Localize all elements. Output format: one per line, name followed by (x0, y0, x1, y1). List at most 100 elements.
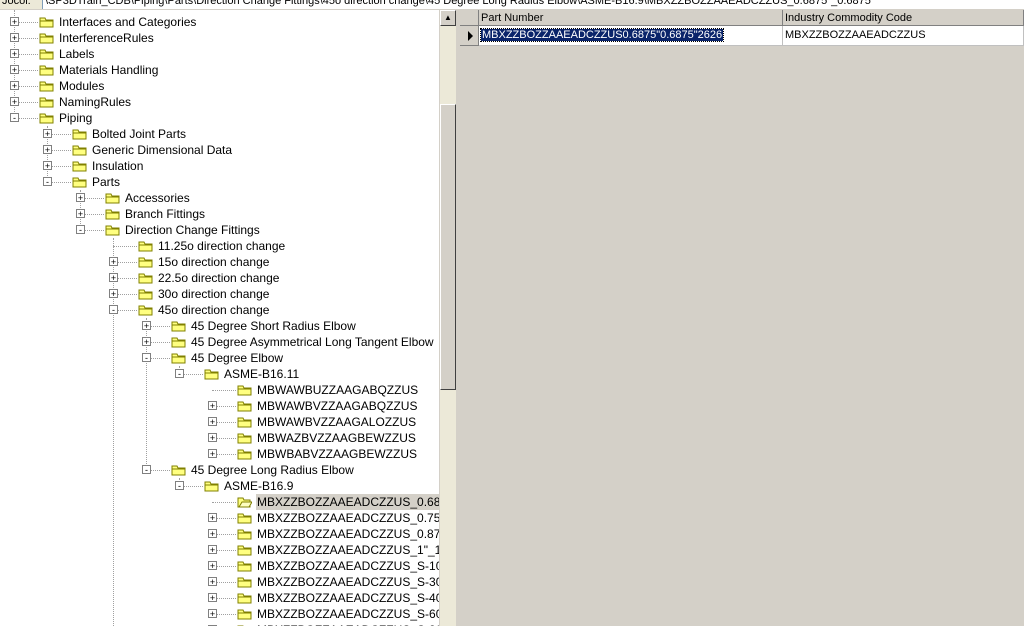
tree-node[interactable]: 11.25o direction change (0, 238, 439, 254)
tree-node[interactable]: + MBXZZBOZZAAEADCZZUS_0.75"_0 (0, 510, 439, 526)
folder-icon (171, 336, 186, 348)
expand-icon[interactable]: + (208, 433, 217, 443)
tree-node[interactable]: + MBWAZBVZZAAGBEWZZUS (0, 430, 439, 446)
expand-icon[interactable]: + (142, 337, 151, 347)
tree-node[interactable]: - 45 Degree Long Radius Elbow (0, 462, 439, 478)
tree-node-label: 22.5o direction change (158, 271, 280, 285)
tree-node[interactable]: + MBXZZBOZZAAEADCZZUS_S-40_S- (0, 590, 439, 606)
tree-node[interactable]: - Piping (0, 110, 439, 126)
tree-node[interactable]: MBWAWBUZZAAGABQZZUS (0, 382, 439, 398)
tree-node[interactable]: + Insulation (0, 158, 439, 174)
expand-icon[interactable]: + (10, 33, 19, 43)
folder-icon (237, 576, 252, 588)
expand-icon[interactable]: + (208, 449, 217, 459)
tree-node[interactable]: +22.5o direction change (0, 270, 439, 286)
folder-open-icon (237, 496, 253, 508)
expand-icon[interactable]: + (76, 209, 85, 219)
tree-node[interactable]: +45 Degree Short Radius Elbow (0, 318, 439, 334)
tree-node[interactable]: - Parts (0, 174, 439, 190)
expand-icon[interactable]: + (109, 273, 118, 283)
collapse-icon[interactable]: - (142, 353, 151, 363)
collapse-icon[interactable]: - (175, 369, 184, 379)
scroll-thumb[interactable] (440, 104, 456, 390)
tree-node[interactable]: + MBXZZBOZZAAEADCZZUS_1"_1" (0, 542, 439, 558)
tree-node[interactable]: + Interfaces and Categories (0, 14, 439, 30)
catalog-tree[interactable]: + Interfaces and Categories + InterferenceR… (0, 10, 439, 626)
collapse-icon[interactable]: - (76, 225, 85, 235)
tree-node[interactable]: +MBXZZBOZZAAEADCZZUS_S-80_S- (0, 622, 439, 626)
expand-icon[interactable]: + (208, 577, 217, 587)
tree-node[interactable]: + Labels (0, 46, 439, 62)
tree-node[interactable]: + NamingRules (0, 94, 439, 110)
tree-node[interactable]: + MBXZZBOZZAAEADCZZUS_S-60_S- (0, 606, 439, 622)
expand-icon[interactable]: + (43, 145, 52, 155)
collapse-icon[interactable]: - (142, 465, 151, 475)
column-header-part-number[interactable]: Part Number (479, 10, 783, 26)
tree-node[interactable]: - ASME-B16.9 (0, 478, 439, 494)
expand-icon[interactable]: + (10, 81, 19, 91)
expand-icon[interactable]: + (10, 49, 19, 59)
tree-node-label: MBXZZBOZZAAEADCZZUS_0.75"_0 (257, 511, 439, 525)
expand-icon[interactable]: + (109, 289, 118, 299)
folder-icon (204, 368, 219, 380)
tree-node[interactable]: MBXZZBOZZAAEADCZZUS_0.6875" (0, 494, 439, 510)
tree-node[interactable]: + Materials Handling (0, 62, 439, 78)
expand-icon[interactable]: + (10, 65, 19, 75)
path-field[interactable]: \SP3DTrain_CDB\Piping\Parts\Direction Ch… (42, 0, 1024, 9)
tree-node[interactable]: + Modules (0, 78, 439, 94)
expand-icon[interactable]: + (208, 593, 217, 603)
tree-node[interactable]: - 45 Degree Elbow (0, 350, 439, 366)
tree-node[interactable]: +15o direction change (0, 254, 439, 270)
expand-icon[interactable]: + (208, 545, 217, 555)
expand-icon[interactable]: + (208, 513, 217, 523)
collapse-icon[interactable]: - (10, 113, 19, 123)
expand-icon[interactable]: + (10, 17, 19, 27)
cell-commodity-code[interactable]: MBXZZBOZZAAEADCZZUS (783, 26, 1024, 46)
folder-icon (237, 512, 252, 524)
expand-icon[interactable]: + (142, 321, 151, 331)
expand-icon[interactable]: + (43, 161, 52, 171)
current-row-arrow-icon (468, 31, 473, 41)
tree-node[interactable]: + Accessories (0, 190, 439, 206)
tree-node[interactable]: + MBWBABVZZAAGBEWZZUS (0, 446, 439, 462)
tree-node[interactable]: + Bolted Joint Parts (0, 126, 439, 142)
tree-node-label: 45 Degree Elbow (191, 351, 284, 365)
tree-node[interactable]: + MBWAWBVZZAAGALOZZUS (0, 414, 439, 430)
path-label: Jocol: (0, 0, 43, 9)
expand-icon[interactable]: + (109, 257, 118, 267)
expand-icon[interactable]: + (208, 609, 217, 619)
expand-icon[interactable]: + (43, 129, 52, 139)
grid-corner-header (460, 10, 479, 26)
tree-node[interactable]: + MBXZZBOZZAAEADCZZUS_S-10_S- (0, 558, 439, 574)
tree-node[interactable]: + Generic Dimensional Data (0, 142, 439, 158)
tree-node[interactable]: + InterferenceRules (0, 30, 439, 46)
collapse-icon[interactable]: - (43, 177, 52, 187)
collapse-icon[interactable]: - (175, 481, 184, 491)
expand-icon[interactable]: + (76, 193, 85, 203)
tree-node[interactable]: - Direction Change Fittings (0, 222, 439, 238)
tree-node[interactable]: + MBXZZBOZZAAEADCZZUS_0.875"_ (0, 526, 439, 542)
folder-icon (105, 224, 120, 236)
expand-icon[interactable]: + (208, 417, 217, 427)
collapse-icon[interactable]: - (109, 305, 118, 315)
folder-icon (39, 112, 54, 124)
tree-node[interactable]: - 45o direction change (0, 302, 439, 318)
tree-node-label: 30o direction change (158, 287, 270, 301)
tree-node-label: 11.25o direction change (158, 239, 286, 253)
scroll-up-button[interactable]: ▲ (440, 10, 456, 26)
tree-node[interactable]: +45 Degree Asymmetrical Long Tangent Elb… (0, 334, 439, 350)
tree-node[interactable]: + Branch Fittings (0, 206, 439, 222)
row-selector[interactable] (460, 26, 479, 46)
column-header-commodity-code[interactable]: Industry Commodity Code (783, 10, 1024, 26)
tree-node[interactable]: + MBXZZBOZZAAEADCZZUS_S-30_S- (0, 574, 439, 590)
expand-icon[interactable]: + (208, 401, 217, 411)
tree-node[interactable]: + MBWAWBVZZAAGABQZZUS (0, 398, 439, 414)
tree-vertical-scrollbar[interactable]: ▲ (439, 10, 457, 626)
expand-icon[interactable]: + (208, 529, 217, 539)
cell-part-number[interactable]: MBXZZBOZZAAEADCZZUS0.6875"0.6875"2626 (479, 26, 783, 46)
expand-icon[interactable]: + (10, 97, 19, 107)
tree-node[interactable]: +30o direction change (0, 286, 439, 302)
tree-node[interactable]: - ASME-B16.11 (0, 366, 439, 382)
expand-icon[interactable]: + (208, 561, 217, 571)
tree-node-label: MBWAWBVZZAAGALOZZUS (257, 415, 417, 429)
